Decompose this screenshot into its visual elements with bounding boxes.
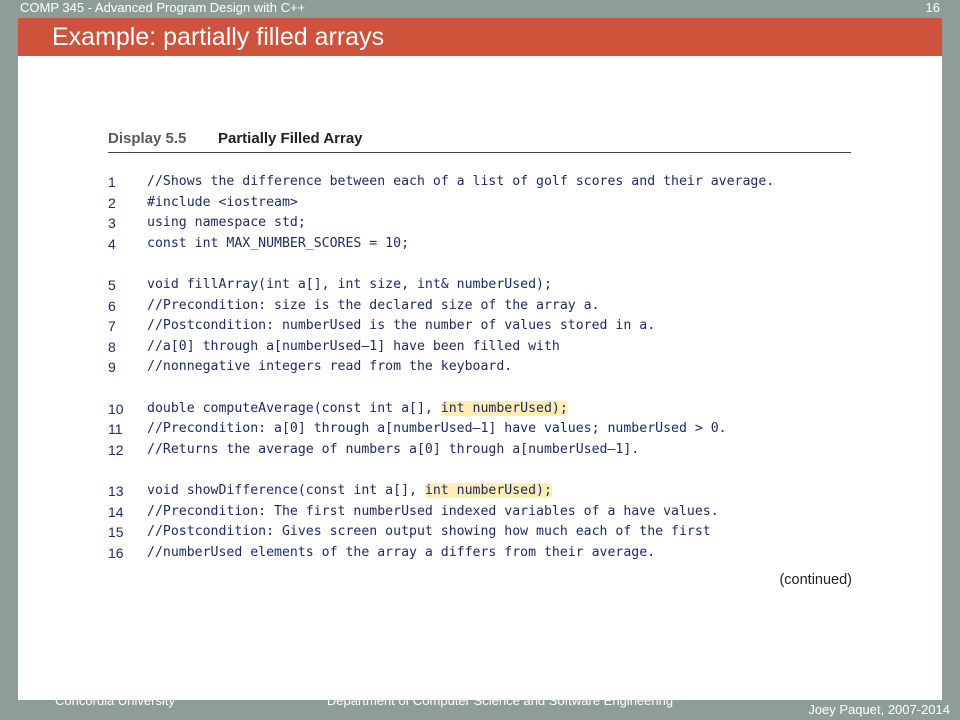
code-line: 12 //Returns the average of numbers a[0] … [108, 440, 868, 461]
code-text: const int MAX_NUMBER_SCORES = 10; [147, 234, 409, 255]
footer-author: Joey Paquet, 2007-2014 [808, 702, 950, 717]
code-text: //Returns the average of numbers a[0] th… [147, 440, 639, 461]
line-number: 8 [108, 338, 116, 355]
footer-university: Concordia University [55, 693, 175, 708]
code-line: 5 void fillArray(int a[], int size, int& … [108, 275, 868, 296]
code-text: void showDifference(const int a[], int n… [147, 481, 552, 502]
continued-label: (continued) [779, 572, 852, 588]
code-text: //a[0] through a[numberUsed–1] have been… [147, 337, 560, 358]
code-line: 7 //Postcondition: numberUsed is the numb… [108, 316, 868, 337]
code-segment: //a[0] through a[numberUsed–1] have been… [147, 338, 560, 354]
code-segment: //Returns the average of numbers a[0] th… [147, 441, 640, 457]
code-segment: double computeAverage(const int a[], [147, 400, 441, 416]
code-line: 16 //numberUsed elements of the array a d… [108, 543, 868, 564]
code-text: //Precondition: size is the declared siz… [147, 296, 600, 317]
code-text: using namespace std; [147, 213, 306, 234]
code-line: 3 using namespace std; [108, 213, 868, 234]
code-segment: using namespace std; [147, 215, 306, 231]
code-segment: //Precondition: The first numberUsed ind… [147, 503, 719, 519]
code-segment: //Shows the difference between each of a… [147, 174, 775, 189]
code-text: //Precondition: a[0] through a[numberUse… [147, 419, 727, 440]
line-number: 12 [108, 441, 124, 458]
highlighted-parameter: int numberUsed); [424, 482, 552, 498]
course-header: COMP 345 - Advanced Program Design with … [20, 0, 306, 15]
code-text: //Postcondition: Gives screen output sho… [147, 522, 711, 543]
code-text: //Precondition: The first numberUsed ind… [147, 502, 719, 523]
line-number: 14 [108, 503, 124, 520]
code-text: double computeAverage(const int a[], int… [147, 399, 568, 420]
line-number: 13 [108, 482, 124, 499]
code-segment: //Precondition: a[0] through a[numberUse… [147, 421, 727, 437]
code-segment: //numberUsed elements of the array a dif… [147, 544, 656, 560]
display-title: Partially Filled Array [218, 130, 363, 147]
footer-department: Department of Computer Science and Softw… [326, 693, 674, 708]
line-number: 3 [108, 215, 116, 232]
code-line: 9 //nonnegative integers read from the ke… [108, 357, 868, 378]
display-header: Display 5.5 Partially Filled Array [108, 128, 851, 153]
line-number: 6 [108, 297, 116, 314]
line-number: 10 [108, 400, 124, 417]
code-line: 6 //Precondition: size is the declared si… [108, 296, 868, 317]
code-text: void fillArray(int a[], int size, int& n… [147, 275, 552, 296]
code-line: 4 const int MAX_NUMBER_SCORES = 10; [108, 234, 868, 255]
line-number: 2 [108, 194, 116, 211]
title-bar: Example: partially filled arrays [18, 18, 942, 56]
line-number: 16 [108, 544, 124, 561]
code-text: //Shows the difference between each of a… [147, 172, 774, 193]
line-number: 15 [108, 524, 124, 541]
code-listing: 1 //Shows the difference between each of … [108, 172, 868, 563]
line-number: 4 [108, 235, 116, 252]
code-line: 1 //Shows the difference between each of … [108, 172, 868, 193]
code-text: //numberUsed elements of the array a dif… [147, 543, 655, 564]
code-segment: void showDifference(const int a[], [147, 482, 425, 498]
slide-title: Example: partially filled arrays [52, 23, 385, 51]
code-segment: //nonnegative integers read from the key… [147, 359, 513, 375]
highlighted-parameter: int numberUsed); [440, 400, 568, 416]
code-segment: const int MAX_NUMBER_SCORES = 10; [147, 235, 410, 251]
code-line: 15 //Postcondition: Gives screen output s… [108, 522, 868, 543]
code-segment: void fillArray(int a[], int size, int& n… [147, 276, 552, 292]
code-line: 11 //Precondition: a[0] through a[numberU… [108, 419, 868, 440]
line-number: 1 [108, 174, 116, 190]
code-line: 8 //a[0] through a[numberUsed–1] have bee… [108, 337, 868, 358]
code-line: 2 #include <iostream> [108, 193, 868, 214]
slide-content: Example: partially filled arrays Display… [18, 18, 942, 700]
code-line: 13 void showDifference(const int a[], int… [108, 481, 868, 502]
code-segment: #include <iostream> [147, 194, 298, 210]
code-line: 10 double computeAverage(const int a[], i… [108, 399, 868, 420]
display-number: Display 5.5 [108, 130, 187, 147]
line-number: 5 [108, 276, 116, 293]
code-segment: //Postcondition: numberUsed is the numbe… [147, 318, 656, 334]
code-text: //nonnegative integers read from the key… [147, 357, 512, 378]
line-number: 7 [108, 318, 116, 335]
code-segment: //Precondition: size is the declared siz… [147, 297, 600, 313]
line-number: 11 [108, 421, 123, 438]
code-segment: //Postcondition: Gives screen output sho… [147, 524, 711, 540]
line-number: 9 [108, 359, 116, 376]
code-text: #include <iostream> [147, 193, 298, 214]
page-number: 16 [925, 0, 940, 15]
code-line: 14 //Precondition: The first numberUsed i… [108, 502, 868, 523]
code-text: //Postcondition: numberUsed is the numbe… [147, 316, 655, 337]
